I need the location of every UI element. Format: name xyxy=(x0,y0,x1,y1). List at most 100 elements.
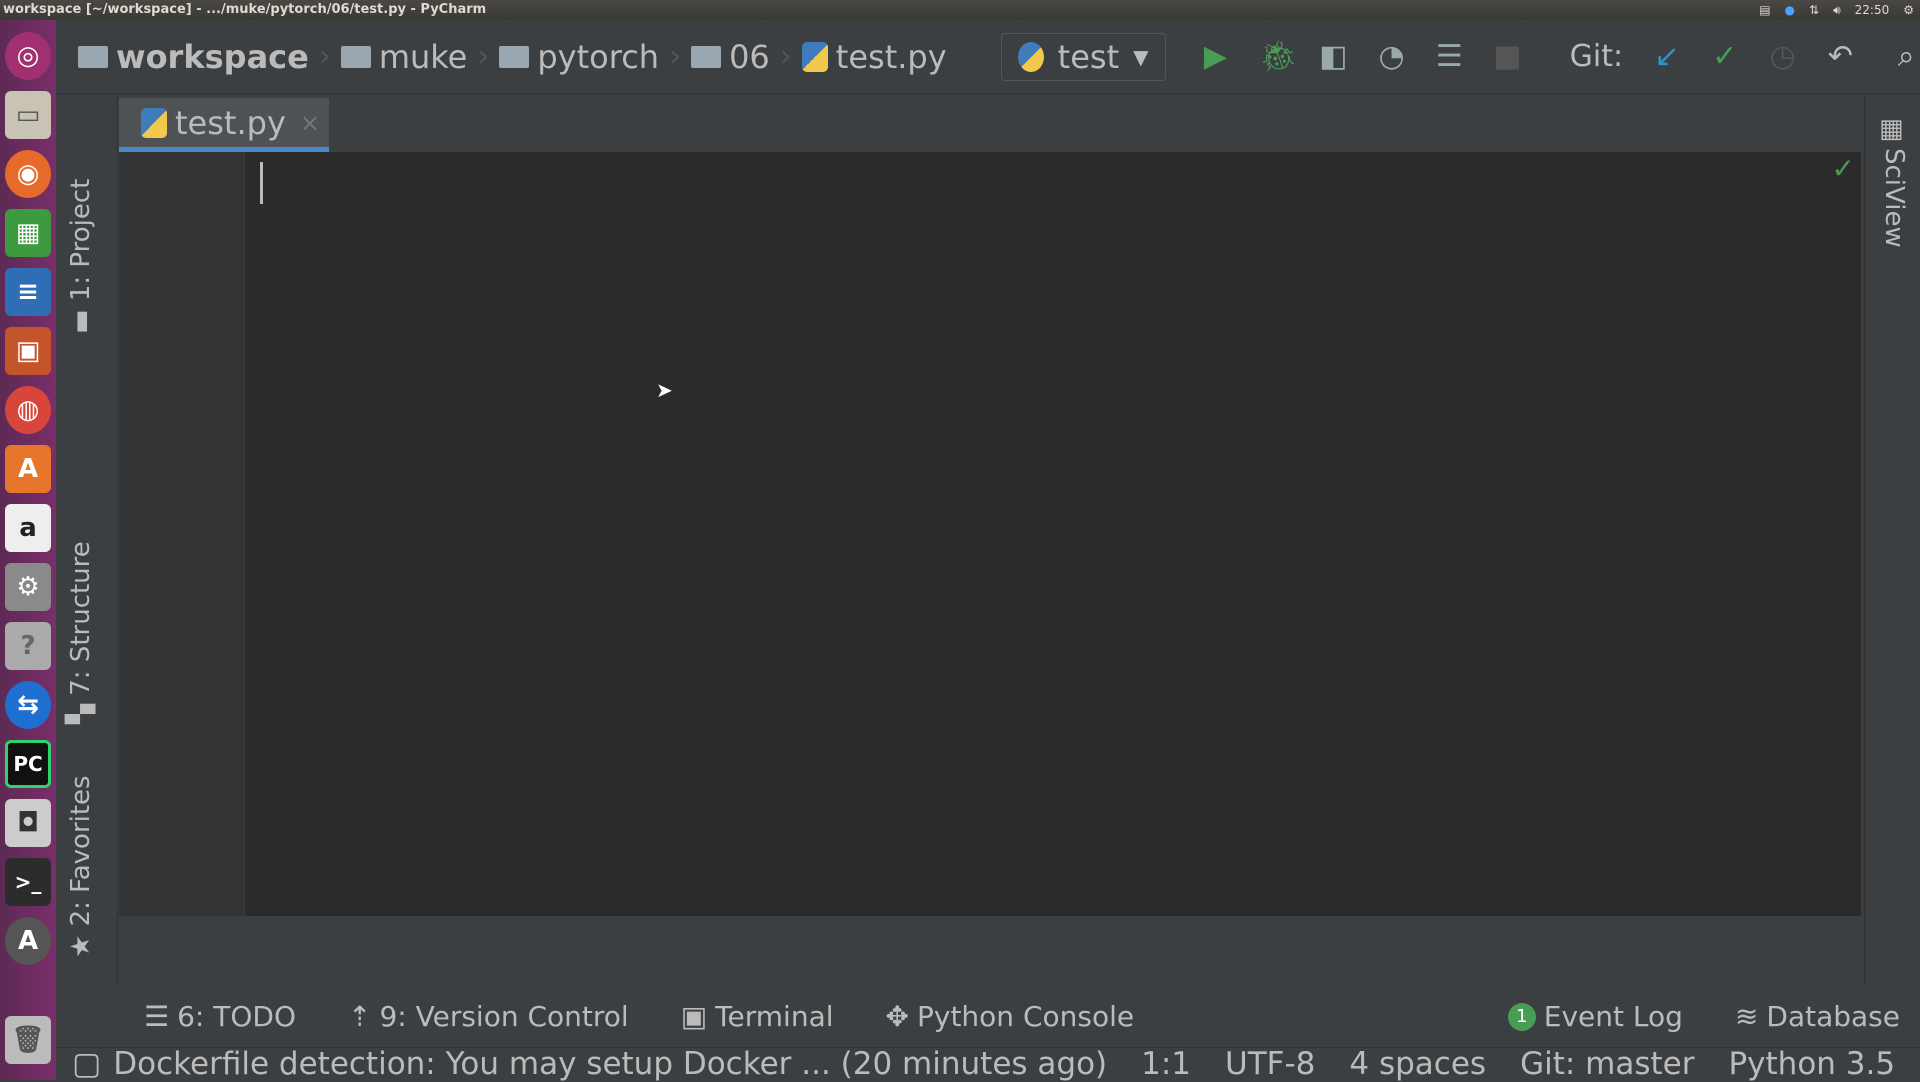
calc-icon[interactable]: ▦ xyxy=(5,209,51,257)
breadcrumb-separator: › xyxy=(779,39,792,74)
debug-bug-icon[interactable]: 🐞︎ xyxy=(1259,39,1297,74)
version-control-tool-button[interactable]: ⇡ 9: Version Control xyxy=(348,1000,629,1033)
git-update-icon[interactable]: ↙ xyxy=(1653,39,1681,74)
breadcrumb-workspace[interactable]: workspace xyxy=(78,38,309,76)
clock[interactable]: 22:50 xyxy=(1855,0,1890,20)
screenshot-icon[interactable]: ◘ xyxy=(5,799,51,847)
python-icon: ✥ xyxy=(885,1000,909,1033)
star-icon: ★ xyxy=(66,926,96,958)
indent-setting[interactable]: 4 spaces xyxy=(1349,1046,1486,1082)
python-file-icon xyxy=(801,41,828,72)
sciview-tool-button[interactable]: ▦ SciView xyxy=(1879,114,1909,248)
left-tool-strip: ▬ 1: Project ▚ 7: Structure ★ 2: Favorit… xyxy=(56,94,118,986)
terminal-tool-button[interactable]: ▣ Terminal xyxy=(681,1000,834,1033)
tool-label: SciView xyxy=(1879,148,1909,248)
impress-icon[interactable]: ▣ xyxy=(5,327,51,375)
concurrency-diagram-icon[interactable]: ☰ xyxy=(1435,39,1463,74)
breadcrumb-label: 06 xyxy=(729,37,770,76)
settings-gear-icon[interactable]: ⚙ xyxy=(1903,0,1914,20)
breadcrumb-test-py[interactable]: test.py xyxy=(801,37,947,76)
tool-label: Terminal xyxy=(715,1000,834,1033)
folder-icon: ▬ xyxy=(66,301,96,334)
breadcrumb-06[interactable]: 06 xyxy=(691,38,770,76)
window-title-bar: workspace [~/workspace] - .../muke/pytor… xyxy=(0,0,1920,20)
breadcrumb-label: test.py xyxy=(835,37,947,76)
terminal-icon[interactable]: >_ xyxy=(5,858,51,906)
grid-icon: ▦ xyxy=(1879,114,1904,144)
run-with-coverage-icon[interactable]: ◧ xyxy=(1319,39,1347,74)
tool-label: 1: Project xyxy=(66,178,96,302)
close-icon[interactable]: × xyxy=(300,109,320,137)
todo-tool-button[interactable]: ☰ 6: TODO xyxy=(144,1000,296,1033)
folder-icon xyxy=(78,45,108,68)
database-tool-button[interactable]: ≋ Database xyxy=(1735,1000,1900,1033)
stop-icon: ■ xyxy=(1493,39,1522,74)
caret-position[interactable]: 1:1 xyxy=(1141,1046,1191,1082)
files-icon[interactable]: ▭ xyxy=(5,91,51,139)
python-console-tool-button[interactable]: ✥ Python Console xyxy=(886,1000,1135,1033)
git-branch[interactable]: Git: master xyxy=(1520,1046,1694,1082)
tab-label: test.py xyxy=(175,103,286,142)
teamviewer-launcher-icon[interactable]: ⇆ xyxy=(5,681,51,729)
teamviewer-icon[interactable]: ● xyxy=(1785,0,1795,20)
project-tool-button[interactable]: ▬ 1: Project xyxy=(66,179,96,334)
database-icon: ≋ xyxy=(1734,1000,1759,1033)
tab-test-py[interactable]: test.py × xyxy=(119,98,329,152)
tool-label: 2: Favorites xyxy=(66,775,96,927)
tool-label: 6: TODO xyxy=(177,1000,296,1033)
chrome-icon[interactable]: ◍ xyxy=(5,386,51,434)
launcher-sidebar: ◎ ▭ ◉ ▦ ≡ ▣ ◍ A a ⚙ ? ⇆ PC ◘ >_ A 🗑︎ xyxy=(0,20,56,1080)
pycharm-icon[interactable]: PC xyxy=(5,740,51,788)
event-count-badge: 1 xyxy=(1507,1002,1536,1031)
folder-icon xyxy=(499,45,530,68)
writer-icon[interactable]: ≡ xyxy=(5,268,51,316)
structure-icon: ▚ xyxy=(66,695,96,724)
tool-label: Database xyxy=(1766,1000,1900,1033)
search-icon[interactable]: ⌕ xyxy=(1892,39,1920,74)
revert-icon[interactable]: ↶ xyxy=(1826,39,1854,74)
run-icon[interactable]: ▶ xyxy=(1202,39,1230,74)
network-icon[interactable]: ⇅ xyxy=(1809,0,1819,20)
breadcrumb-label: pytorch xyxy=(537,37,660,76)
favorites-tool-button[interactable]: ★ 2: Favorites xyxy=(66,775,96,958)
right-tool-strip: ▦ SciView xyxy=(1864,94,1920,986)
python-icon xyxy=(1017,41,1044,72)
system-settings-icon[interactable]: ⚙ xyxy=(5,563,51,611)
status-message[interactable]: Dockerfile detection: You may setup Dock… xyxy=(113,1046,1107,1082)
code-editor[interactable]: ✓ ➤ xyxy=(119,152,1861,916)
breadcrumb-muke[interactable]: muke xyxy=(340,37,468,76)
toggle-tool-windows-icon[interactable]: ▢ xyxy=(72,1046,101,1082)
profile-icon[interactable]: ◔ xyxy=(1378,39,1406,74)
editor-gutter xyxy=(119,152,245,916)
keyboard-icon[interactable]: ▤ xyxy=(1759,0,1770,20)
vcs-icon: ⇡ xyxy=(348,1000,372,1033)
inspection-ok-check-icon[interactable]: ✓ xyxy=(1832,152,1855,185)
editor-tab-bar: test.py × xyxy=(119,94,1861,152)
status-bar: ▢ Dockerfile detection: You may setup Do… xyxy=(56,1046,1920,1082)
terminal-icon: ▣ xyxy=(680,1000,708,1033)
navigation-toolbar: workspace › muke › pytorch › 06 › test.py te… xyxy=(56,20,1920,94)
ubuntu-dash-icon[interactable]: ◎ xyxy=(5,32,51,80)
file-encoding[interactable]: UTF-8 xyxy=(1225,1046,1315,1082)
chevron-down-icon: ▼ xyxy=(1133,44,1149,69)
amazon-icon[interactable]: a xyxy=(5,504,51,552)
python-file-icon xyxy=(141,107,167,138)
help-icon[interactable]: ? xyxy=(5,622,51,670)
software-center-icon[interactable]: A xyxy=(5,445,51,493)
window-title: workspace [~/workspace] - .../muke/pytor… xyxy=(3,2,487,17)
breadcrumb-pytorch[interactable]: pytorch xyxy=(499,38,659,76)
git-commit-check-icon[interactable]: ✓ xyxy=(1711,39,1739,74)
event-log-tool-button[interactable]: 1 Event Log xyxy=(1507,1000,1683,1033)
trash-icon[interactable]: 🗑︎ xyxy=(5,1016,51,1064)
run-configuration-select[interactable]: test ▼ xyxy=(1000,32,1166,81)
breadcrumb-label: muke xyxy=(378,37,468,76)
tool-label: 9: Version Control xyxy=(379,1000,629,1033)
updater-icon[interactable]: A xyxy=(5,917,51,965)
python-interpreter[interactable]: Python 3.5 xyxy=(1728,1046,1895,1082)
breadcrumb-separator: › xyxy=(318,39,331,74)
structure-tool-button[interactable]: ▚ 7: Structure xyxy=(66,541,96,724)
firefox-icon[interactable]: ◉ xyxy=(5,150,51,198)
volume-icon[interactable]: 🔊︎ xyxy=(1833,0,1841,20)
breadcrumb-separator: › xyxy=(477,39,490,74)
text-caret xyxy=(260,162,263,204)
